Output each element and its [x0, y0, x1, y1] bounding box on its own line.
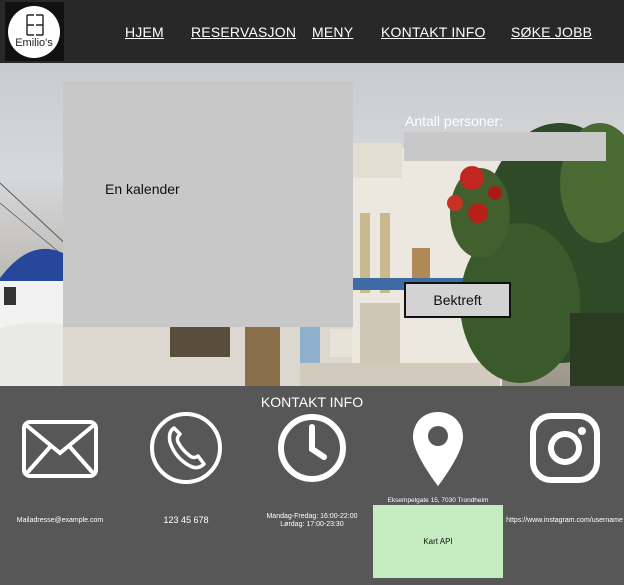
map-placeholder[interactable]: Kart API [373, 505, 503, 578]
instagram-link[interactable]: https://www.instagram.com/username [505, 517, 624, 524]
nav-home[interactable]: HJEM [125, 24, 164, 40]
opening-hours-weekdays: Mandag-Fredag: 16:00-22:00 [266, 513, 358, 520]
phone-icon [150, 412, 222, 484]
nav-jobs[interactable]: SØKE JOBB [511, 24, 592, 40]
persons-input[interactable] [404, 132, 606, 161]
envelope-icon [22, 420, 98, 478]
nav-contact[interactable]: KONTAKT INFO [381, 24, 486, 40]
nav-reservation[interactable]: RESERVASJON [191, 24, 296, 40]
map-pin-icon [413, 412, 463, 486]
logo-mark-icon [26, 14, 44, 36]
clock-icon [278, 414, 346, 482]
email-address[interactable]: Mailadresse@example.com [0, 517, 120, 524]
phone-number[interactable]: 123 45 678 [146, 515, 226, 525]
logo[interactable]: Emilio's [5, 2, 64, 61]
persons-label: Antall personer: [405, 113, 504, 129]
address: Eksempelgate 15, 7030 Trondheim [387, 497, 489, 504]
site-header: Emilio's HJEM RESERVASJON MENY KONTAKT I… [0, 0, 624, 63]
calendar-placeholder-text: En kalender [105, 181, 180, 197]
confirm-button[interactable]: Bektreft [404, 282, 511, 318]
logo-text: Emilio's [15, 37, 53, 49]
nav-menu[interactable]: MENY [312, 24, 353, 40]
reservation-hero: En kalender Antall personer: Bektreft [0, 63, 624, 386]
contact-title: KONTAKT INFO [260, 394, 364, 410]
logo-circle: Emilio's [8, 6, 60, 58]
instagram-icon[interactable] [530, 413, 600, 483]
opening-hours-saturday: Lørdag: 17:00-23:30 [280, 521, 344, 528]
map-placeholder-label: Kart API [423, 537, 453, 546]
calendar-placeholder[interactable]: En kalender [63, 81, 353, 327]
